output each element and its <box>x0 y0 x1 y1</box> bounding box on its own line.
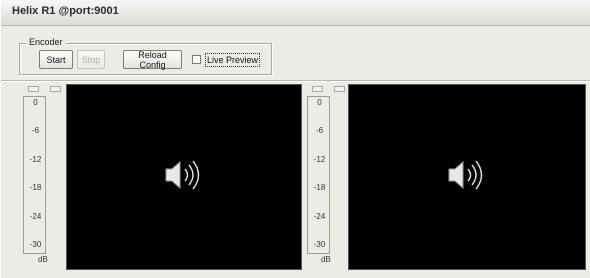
video-preview-right <box>348 84 586 270</box>
toolbar-divider <box>1 80 590 82</box>
window-title: Helix R1 @port:9001 <box>12 5 119 17</box>
live-preview-checkbox[interactable] <box>192 55 201 64</box>
meter-tick: 0 <box>317 98 322 107</box>
meter-unit-label: dB <box>38 255 48 264</box>
audio-meter-right: 0 -6 -12 -18 -24 -30 <box>307 96 330 254</box>
speaker-icon <box>448 160 483 190</box>
meter-tick: -30 <box>313 240 326 249</box>
meter-tick: -24 <box>29 212 42 221</box>
meter-tick: -18 <box>313 183 326 192</box>
video-preview-left <box>66 84 302 270</box>
meter-left-channel-indicator <box>50 86 61 92</box>
encoder-group-label: Encoder <box>26 37 66 47</box>
meter-unit-label: dB <box>321 255 331 264</box>
meter-tick: -30 <box>29 240 42 249</box>
app-window: Helix R1 @port:9001 Encoder Start Stop R… <box>0 0 590 278</box>
audio-meter-left: 0 -6 -12 -18 -24 -30 <box>23 96 46 254</box>
title-bar[interactable]: Helix R1 @port:9001 <box>1 0 590 26</box>
speaker-icon <box>165 160 200 190</box>
meter-tick: -24 <box>313 212 326 221</box>
meter-tick: -6 <box>315 126 324 135</box>
meter-right-channel-indicator <box>312 86 323 92</box>
meter-left-channel-indicator <box>28 86 39 92</box>
reload-config-button[interactable]: Reload Config <box>123 50 182 70</box>
meter-tick: -12 <box>29 155 42 164</box>
meter-tick: -18 <box>29 183 42 192</box>
meter-tick: -12 <box>313 155 326 164</box>
meter-tick: 0 <box>33 98 38 107</box>
start-button[interactable]: Start <box>39 50 73 69</box>
live-preview-label[interactable]: Live Preview <box>205 53 261 67</box>
meter-tick: -6 <box>31 126 40 135</box>
stop-button[interactable]: Stop <box>77 50 105 69</box>
meter-right-channel-indicator <box>334 86 345 92</box>
